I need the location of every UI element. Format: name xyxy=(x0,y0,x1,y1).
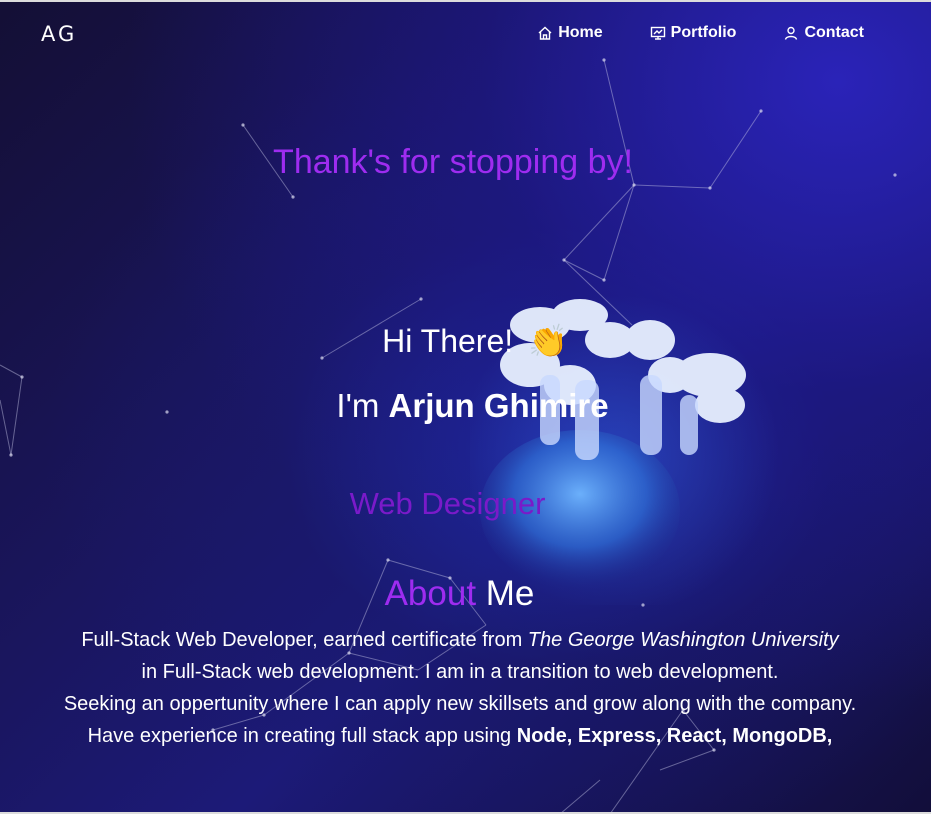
about-line-1-text: Full-Stack Web Developer, earned certifi… xyxy=(81,629,528,651)
role-typewriter: Web Designer xyxy=(349,486,546,521)
nav-contact-label: Contact xyxy=(804,24,864,41)
intro-prefix: I'm xyxy=(336,387,389,424)
greeting-heading: Hi There! 👏 xyxy=(0,322,931,360)
tech-stack: Node, Express, React, MongoDB, xyxy=(516,725,833,747)
greeting-text: Hi There! xyxy=(382,323,514,359)
name-heading: I'm Arjun Ghimire xyxy=(0,387,931,425)
page: AG Home Portfolio Contact Thank's for st… xyxy=(0,0,931,814)
about-body: Full-Stack Web Developer, earned certifi… xyxy=(40,624,880,752)
clapping-hands-icon: 👏 xyxy=(528,323,568,359)
about-line-2: in Full-Stack web development. I am in a… xyxy=(141,661,779,683)
about-line-4-text: Have experience in creating full stack a… xyxy=(87,725,517,747)
thanks-heading: Thank's for stopping by! xyxy=(273,143,633,181)
nav-portfolio-label: Portfolio xyxy=(670,24,737,41)
author-name: Arjun Ghimire xyxy=(388,387,609,424)
home-icon xyxy=(538,26,552,40)
about-heading-accent: About xyxy=(384,574,477,613)
nav-contact-link[interactable]: Contact xyxy=(783,24,864,42)
school-name: The George Washington University xyxy=(527,629,839,651)
nav-home-label: Home xyxy=(558,24,603,41)
about-line-3: Seeking an oppertunity where I can apply… xyxy=(63,693,857,715)
presentation-icon xyxy=(650,26,665,40)
navbar: AG Home Portfolio Contact xyxy=(0,0,931,70)
nav-portfolio-link[interactable]: Portfolio xyxy=(650,24,737,42)
about-heading: About Me xyxy=(0,574,919,614)
logo[interactable]: AG xyxy=(41,22,77,46)
about-heading-rest: Me xyxy=(476,574,535,613)
about-line-4: Have experience in creating full stack a… xyxy=(40,720,880,752)
nav-links: Home Portfolio Contact xyxy=(537,24,864,42)
user-icon xyxy=(785,26,798,40)
nav-home-link[interactable]: Home xyxy=(537,24,603,42)
about-line-1: Full-Stack Web Developer, earned certifi… xyxy=(40,624,880,656)
